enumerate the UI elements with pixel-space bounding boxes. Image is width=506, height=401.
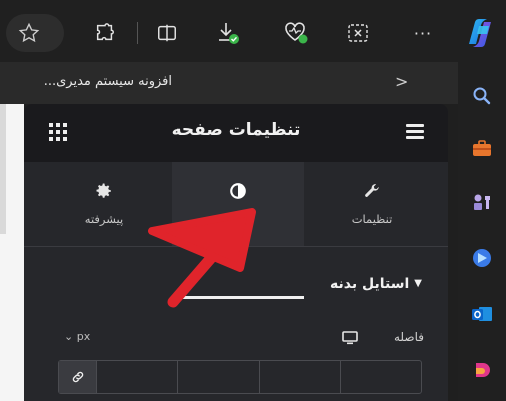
unit-select[interactable]: ⌄ px bbox=[64, 330, 90, 343]
panel-title: تنظیمات صفحه bbox=[171, 120, 301, 140]
caret-down-icon: ▼ bbox=[414, 278, 422, 289]
tab-settings[interactable]: تنظیمات bbox=[306, 162, 438, 246]
section-header-body-style[interactable]: ▼ استایل بدنه bbox=[330, 276, 422, 292]
section-title: استایل بدنه bbox=[330, 276, 410, 292]
more-icon[interactable]: ··· bbox=[408, 18, 438, 48]
extensions-icon[interactable] bbox=[90, 18, 120, 48]
outlook-icon[interactable] bbox=[468, 300, 496, 328]
breadcrumb-text[interactable]: افزونه سیستم مدیری... bbox=[44, 74, 172, 89]
chevron-down-icon: ⌄ bbox=[64, 330, 77, 343]
tab-advanced-label: پیشرفته bbox=[84, 212, 124, 226]
spacing-top-input[interactable] bbox=[341, 361, 421, 393]
games-icon[interactable] bbox=[468, 188, 496, 216]
page-settings-panel: تنظیمات صفحه پیشرفته استایل تنظیمات ▼است… bbox=[24, 104, 448, 401]
copilot-icon[interactable] bbox=[461, 14, 499, 52]
downloads-icon[interactable] bbox=[213, 18, 243, 48]
link-values-button[interactable] bbox=[59, 361, 97, 393]
breadcrumb: افزونه سیستم مدیری... > bbox=[0, 62, 458, 104]
spacing-right-input[interactable] bbox=[260, 361, 341, 393]
page-content-edge bbox=[0, 104, 6, 234]
contrast-icon bbox=[229, 182, 247, 204]
widgets-grid-icon[interactable] bbox=[48, 122, 68, 142]
panel-tabs: پیشرفته استایل تنظیمات bbox=[24, 162, 448, 299]
gear-icon bbox=[95, 182, 113, 204]
web-capture-icon[interactable] bbox=[343, 18, 373, 48]
spacing-bottom-input[interactable] bbox=[178, 361, 260, 393]
hamburger-menu-icon[interactable] bbox=[406, 124, 426, 140]
spacing-label: فاصله bbox=[394, 330, 424, 344]
tabs-divider bbox=[24, 246, 448, 247]
favorite-star-icon[interactable] bbox=[14, 18, 44, 48]
tab-advanced[interactable]: پیشرفته bbox=[38, 162, 170, 246]
search-icon[interactable] bbox=[468, 82, 496, 110]
tab-style-label: استایل bbox=[222, 212, 254, 226]
wrench-icon bbox=[363, 182, 381, 204]
designer-icon[interactable] bbox=[468, 356, 496, 384]
tab-style[interactable]: استایل bbox=[172, 162, 304, 246]
browser-essentials-icon[interactable] bbox=[281, 18, 311, 48]
toolbar-separator bbox=[137, 22, 138, 44]
copilot-app-icon[interactable] bbox=[468, 244, 496, 272]
spacing-inputs bbox=[58, 360, 422, 394]
browser-toolbar: ··· bbox=[0, 0, 506, 62]
tab-settings-label: تنظیمات bbox=[351, 212, 393, 226]
unit-value: px bbox=[76, 330, 91, 343]
breadcrumb-chevron-icon[interactable]: > bbox=[395, 72, 408, 91]
panel-header: تنظیمات صفحه bbox=[24, 104, 448, 162]
desktop-device-icon[interactable] bbox=[342, 330, 358, 345]
edge-sidebar bbox=[458, 62, 506, 401]
spacing-left-input[interactable] bbox=[97, 361, 179, 393]
tools-icon[interactable] bbox=[468, 134, 496, 162]
split-screen-icon[interactable] bbox=[152, 18, 182, 48]
active-tab-indicator bbox=[172, 296, 304, 299]
link-icon bbox=[72, 371, 83, 383]
